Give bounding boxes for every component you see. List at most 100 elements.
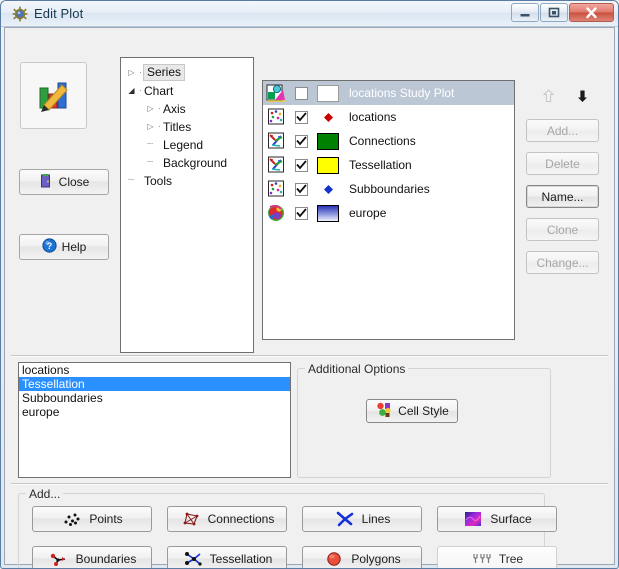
tree-node-series[interactable]: ▷ · Series <box>125 63 253 82</box>
arrow-up-icon[interactable] <box>538 86 558 106</box>
svg-text:?: ? <box>46 241 52 251</box>
tree-node-axis[interactable]: ▷ ·Axis <box>125 99 253 117</box>
series-visibility-checkbox[interactable] <box>295 158 308 172</box>
series-visibility-checkbox[interactable] <box>295 206 308 220</box>
window-title: Edit Plot <box>34 6 84 21</box>
add-connections-button[interactable]: Connections <box>167 506 287 532</box>
gear-icon <box>12 6 28 22</box>
maximize-button[interactable] <box>540 3 568 22</box>
minimize-button[interactable] <box>511 3 539 22</box>
name-series-label: Name... <box>541 189 584 204</box>
close-dialog-button[interactable]: Close <box>19 169 109 195</box>
chevron-down-icon[interactable]: ◢ <box>125 82 138 100</box>
add-group-title: Add... <box>26 487 64 501</box>
clone-series-button[interactable]: Clone <box>526 218 599 241</box>
series-color-swatch[interactable] <box>317 132 339 150</box>
series-color-swatch[interactable] <box>317 204 339 222</box>
name-series-button[interactable]: Name... <box>526 185 599 208</box>
lines-icon <box>334 510 356 528</box>
delete-series-label: Delete <box>545 156 580 171</box>
add-button-label: Points <box>89 512 123 526</box>
add-boundaries-button[interactable]: Boundaries <box>32 546 152 568</box>
series-list-row[interactable]: Subboundaries <box>263 177 514 201</box>
add-surface-button[interactable]: Surface <box>437 506 557 532</box>
add-series-label: Add... <box>546 123 579 138</box>
edit-plot-window: Edit Plot Close ? Help ▷ · Series ◢ ·Cha… <box>0 0 619 569</box>
series-visibility-checkbox[interactable] <box>295 182 308 196</box>
series-list-panel[interactable]: locations Study Plot locations Connections… <box>262 80 515 340</box>
series-visibility-checkbox[interactable] <box>295 110 308 124</box>
series-list-row[interactable]: europe <box>263 201 514 225</box>
chevron-right-icon[interactable]: ▷ <box>125 64 138 82</box>
window-controls <box>511 3 614 22</box>
close-dialog-label: Close <box>58 175 90 189</box>
series-list-row[interactable]: locations <box>263 105 514 129</box>
tessellation-icon <box>182 550 204 568</box>
change-series-label: Change... <box>536 255 589 270</box>
series-color-swatch[interactable] <box>317 156 339 174</box>
series-visibility-checkbox[interactable] <box>295 86 308 100</box>
tree-node-label: Legend <box>163 137 204 152</box>
tree-node-label: Background <box>163 155 228 170</box>
series-list-label: locations Study Plot <box>349 86 455 100</box>
layer-list-panel[interactable]: locations Tessellation Subboundaries europe <box>18 362 291 478</box>
client-area: Close ? Help ▷ · Series ◢ ·Chart ▷ ·Axis ▷ ·Titl… <box>4 27 615 568</box>
layer-list-item[interactable]: locations <box>19 363 290 377</box>
layer-list-item[interactable]: europe <box>19 405 290 419</box>
series-visibility-checkbox[interactable] <box>295 134 308 148</box>
boundaries-icon <box>48 550 70 568</box>
polygons-icon <box>265 203 287 223</box>
add-button-label: Polygons <box>351 552 401 566</box>
tree-node-legend[interactable]: ┈ Legend <box>125 135 253 153</box>
series-list-row[interactable]: Tessellation <box>263 153 514 177</box>
surface-icon <box>462 510 484 528</box>
tree-node-label: Tools <box>144 173 173 188</box>
connections-icon <box>180 510 202 528</box>
chevron-right-icon[interactable]: ▷ <box>144 118 157 136</box>
cell-style-button[interactable]: Cell Style <box>366 399 458 423</box>
layer-list-item[interactable]: Subboundaries <box>19 391 290 405</box>
series-marker-swatch[interactable] <box>317 184 339 194</box>
tree-node-chart[interactable]: ◢ ·Chart <box>125 81 253 99</box>
delete-series-button[interactable]: Delete <box>526 152 599 175</box>
add-tessellation-button[interactable]: Tessellation <box>167 546 287 568</box>
series-list-label: Subboundaries <box>349 182 430 196</box>
connections-icon <box>265 131 287 151</box>
tree-node-titles[interactable]: ▷ ·Titles <box>125 117 253 135</box>
category-tree: ▷ · Series ◢ ·Chart ▷ ·Axis ▷ ·Titles ┈ Legend ┈ Bac… <box>121 58 253 189</box>
add-button-label: Connections <box>207 512 275 526</box>
tree-line: ┈ <box>127 174 136 186</box>
tree-icon <box>471 550 493 568</box>
cell-style-label: Cell Style <box>398 404 449 418</box>
series-list-label: Tessellation <box>349 158 412 172</box>
series-marker-swatch[interactable] <box>317 112 339 122</box>
connections-icon <box>265 155 287 175</box>
chevron-right-icon[interactable]: ▷ <box>144 100 157 118</box>
series-list-label: Connections <box>349 134 416 148</box>
series-list-row[interactable]: Connections <box>263 129 514 153</box>
help-label: Help <box>61 240 87 254</box>
question-mark-icon: ? <box>42 238 57 256</box>
tree-node-background[interactable]: ┈ Background <box>125 153 253 171</box>
add-tree-button[interactable]: Tree <box>437 546 557 568</box>
add-button-label: Boundaries <box>75 552 137 566</box>
add-points-button[interactable]: Points <box>32 506 152 532</box>
tree-node-tools[interactable]: ┈ Tools <box>125 171 253 189</box>
layer-list-item[interactable]: Tessellation <box>19 377 290 391</box>
category-tree-panel[interactable]: ▷ · Series ◢ ·Chart ▷ ·Axis ▷ ·Titles ┈ Legend ┈ Bac… <box>120 57 254 353</box>
arrow-down-icon[interactable] <box>572 86 592 106</box>
tree-line: ┈ <box>146 156 155 168</box>
series-color-swatch[interactable] <box>317 84 339 102</box>
series-list-label: locations <box>349 110 397 124</box>
close-button[interactable] <box>569 3 614 22</box>
add-lines-button[interactable]: Lines <box>302 506 422 532</box>
series-list-row[interactable]: locations Study Plot <box>263 81 514 105</box>
tree-node-label: Axis <box>163 101 186 116</box>
add-button-label: Lines <box>361 512 391 526</box>
add-buttons-grid: Points Connections Lines Surface Boundaries T… <box>32 506 557 568</box>
change-series-button[interactable]: Change... <box>526 251 599 274</box>
exit-door-icon <box>39 173 54 191</box>
add-polygons-button[interactable]: Polygons <box>302 546 422 568</box>
add-series-button[interactable]: Add... <box>526 119 599 142</box>
help-button[interactable]: ? Help <box>19 234 109 260</box>
